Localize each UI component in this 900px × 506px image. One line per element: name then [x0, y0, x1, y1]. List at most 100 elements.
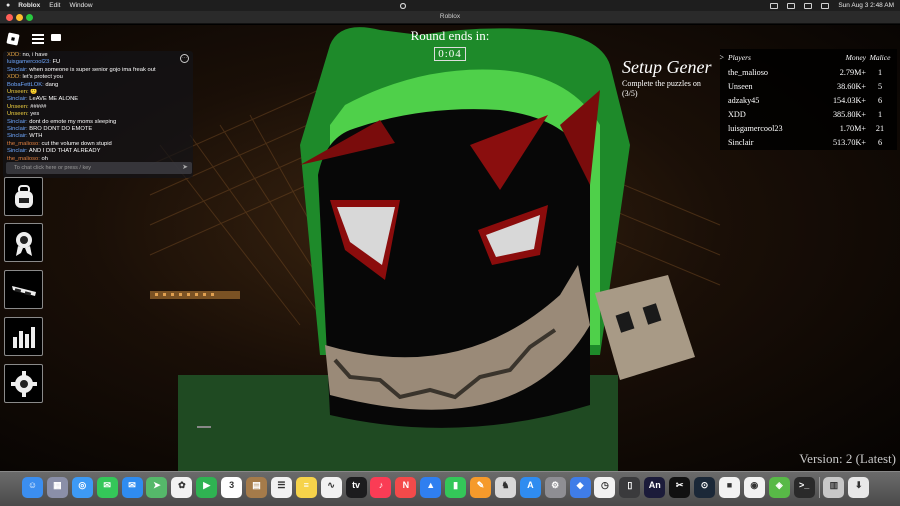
- dock-glyph: ✉: [128, 480, 136, 490]
- stats-button[interactable]: [4, 317, 43, 356]
- chat-message: XDD: no, i have: [7, 52, 182, 59]
- chat-username[interactable]: Sinclair:: [7, 119, 28, 125]
- round-label: Round ends in:: [410, 28, 490, 43]
- leaderboard-row[interactable]: adzaky45 154.03K+ 6: [728, 94, 891, 108]
- dock-archive-icon[interactable]: ▤: [246, 477, 268, 498]
- chat-message: luisgamercool23: FU: [7, 59, 182, 66]
- chat-toggle-button[interactable]: [50, 32, 64, 46]
- chat-username[interactable]: luisgamercool23:: [7, 59, 51, 65]
- dock-roblox-icon[interactable]: ■: [718, 477, 740, 498]
- dock-clock-icon[interactable]: ◷: [594, 477, 616, 498]
- send-arrow-icon[interactable]: ➤: [182, 162, 188, 174]
- dock-keynote-icon[interactable]: ▲: [420, 477, 442, 498]
- dock-steam-icon[interactable]: ⊙: [694, 477, 716, 498]
- apple-menu-icon[interactable]: ●: [6, 2, 10, 9]
- chat-username[interactable]: Unseen:: [7, 89, 29, 95]
- chat-text: yes: [30, 111, 40, 118]
- badges-button[interactable]: [4, 223, 43, 262]
- chat-username[interactable]: the_malioso:: [7, 156, 40, 162]
- dock-downloads-icon[interactable]: ⬇: [848, 477, 870, 498]
- dock-app-store-icon[interactable]: A: [519, 477, 541, 498]
- dock-terminal-icon[interactable]: >_: [793, 477, 815, 498]
- dock-chrome-icon[interactable]: ◉: [743, 477, 765, 498]
- player-malice: 1: [877, 68, 883, 77]
- chat-username[interactable]: Unseen:: [7, 104, 29, 110]
- glasses-button[interactable]: [4, 270, 43, 309]
- menu-app-name[interactable]: Roblox: [18, 2, 40, 9]
- control-center-icon[interactable]: [821, 2, 830, 9]
- dock-trash-icon[interactable]: ▥: [823, 477, 845, 498]
- dock-glyph: 3: [229, 480, 235, 490]
- dock-glyph: ▶: [203, 480, 211, 490]
- game-viewport[interactable]: Round ends in: 0:04 Setup Gener Complete…: [0, 25, 900, 471]
- settings-button[interactable]: [4, 364, 43, 403]
- chat-text: oh: [41, 155, 48, 162]
- status-record-icon[interactable]: [770, 2, 779, 9]
- leaderboard-row[interactable]: Sinclair 513.70K+ 6: [728, 136, 891, 150]
- dock-system-settings-icon[interactable]: ⚙: [544, 477, 566, 498]
- dock-messages-icon[interactable]: ✉: [96, 477, 118, 498]
- dock-maps-icon[interactable]: ➤: [146, 477, 168, 498]
- leaderboard-row[interactable]: the_malioso 2.79M+ 1: [728, 66, 891, 80]
- collapse-arrow-icon[interactable]: >: [719, 51, 724, 65]
- dock-capcut-icon[interactable]: ✂: [669, 477, 691, 498]
- dock-notes-icon[interactable]: ≡: [295, 477, 317, 498]
- dock-animate-icon[interactable]: An: [644, 477, 666, 498]
- menu-clock[interactable]: Sun Aug 3 2:48 AM: [838, 2, 894, 9]
- roblox-menu-button[interactable]: [6, 32, 20, 46]
- backpack-button[interactable]: [4, 177, 43, 216]
- dock-finder-icon[interactable]: ☺: [22, 477, 43, 498]
- chat-username[interactable]: BobaFettLOK:: [7, 82, 44, 88]
- chat-username[interactable]: Sinclair:: [7, 133, 28, 139]
- dock-glyph: ➤: [153, 480, 161, 490]
- chat-message: Unseen: #####: [7, 104, 182, 111]
- dock-pages-icon[interactable]: ✎: [470, 477, 492, 498]
- dock-glyph: ◎: [78, 480, 87, 490]
- menu-window[interactable]: Window: [69, 2, 92, 9]
- dock-glyph: N: [402, 480, 410, 490]
- status-display-icon[interactable]: [787, 2, 796, 9]
- leaderboard-row[interactable]: luisgamercool23 1.70M+ 21: [728, 122, 891, 136]
- spotlight-search-icon[interactable]: [400, 3, 406, 9]
- dock-freeform-icon[interactable]: ∿: [320, 477, 342, 498]
- menu-edit[interactable]: Edit: [49, 2, 60, 9]
- chat-username[interactable]: XDD:: [7, 74, 21, 80]
- dock-music-icon[interactable]: ♪: [370, 477, 392, 498]
- leaderboard-header: > Players Money Malice: [719, 51, 891, 65]
- chat-username[interactable]: Sinclair:: [7, 96, 28, 102]
- chat-username[interactable]: Sinclair:: [7, 126, 28, 132]
- header-money: Money: [845, 53, 866, 62]
- chat-username[interactable]: XDD:: [7, 52, 21, 58]
- dock-numbers-icon[interactable]: ▮: [445, 477, 467, 498]
- chat-username[interactable]: the_malioso:: [7, 141, 40, 147]
- dock-roblox-studio-icon[interactable]: ◆: [569, 477, 591, 498]
- dock-launchpad-icon[interactable]: ▦: [46, 477, 68, 498]
- round-timer: Round ends in: 0:04: [400, 28, 500, 62]
- dock-icons: ☺ ▦ ◎ ✉ ✉ ➤ ✿ ▶ 3 ▤ ☰ ≡ ∿ tv ♪ N ▲ ▮ ✎ ♞ A ⚙ ◆ ◷ ▯ An ✂ ⊙ ■ ◉ ◈ >_ ▥ ⬇: [22, 477, 870, 498]
- dock-photos-icon[interactable]: ✿: [171, 477, 193, 498]
- chat-text: no, i have: [22, 52, 48, 58]
- dock-mail-icon[interactable]: ✉: [121, 477, 143, 498]
- dock-glyph: ▦: [53, 480, 62, 490]
- dock-iphone-mirroring-icon[interactable]: ▯: [619, 477, 641, 498]
- chat-options-icon[interactable]: ···: [180, 54, 189, 63]
- status-battery-icon[interactable]: [804, 2, 813, 9]
- chat-username[interactable]: Unseen:: [7, 111, 29, 117]
- chat-input[interactable]: To chat click here or press / key ➤: [6, 162, 192, 174]
- dock-calendar-icon[interactable]: 3: [221, 477, 243, 498]
- chat-username[interactable]: Sinclair:: [7, 148, 28, 154]
- hamburger-menu-icon[interactable]: [31, 32, 45, 46]
- player-nametag: [197, 426, 211, 428]
- chat-window[interactable]: XDD: no, i have luisgamercool23: FU Sincla…: [3, 51, 193, 178]
- dock-bluestacks-icon[interactable]: ◈: [768, 477, 790, 498]
- dock-tv-icon[interactable]: tv: [345, 477, 367, 498]
- chat-username[interactable]: Sinclair:: [7, 67, 28, 73]
- dock-news-icon[interactable]: N: [395, 477, 417, 498]
- leaderboard-row[interactable]: Unseen 38.60K+ 5: [728, 80, 891, 94]
- dock-chess-icon[interactable]: ♞: [494, 477, 516, 498]
- dock-facetime-icon[interactable]: ▶: [196, 477, 218, 498]
- dock-reminders-icon[interactable]: ☰: [270, 477, 292, 498]
- dock-glyph: ✉: [103, 480, 111, 490]
- dock-safari-icon[interactable]: ◎: [71, 477, 93, 498]
- leaderboard-row[interactable]: XDD 385.80K+ 1: [728, 108, 891, 122]
